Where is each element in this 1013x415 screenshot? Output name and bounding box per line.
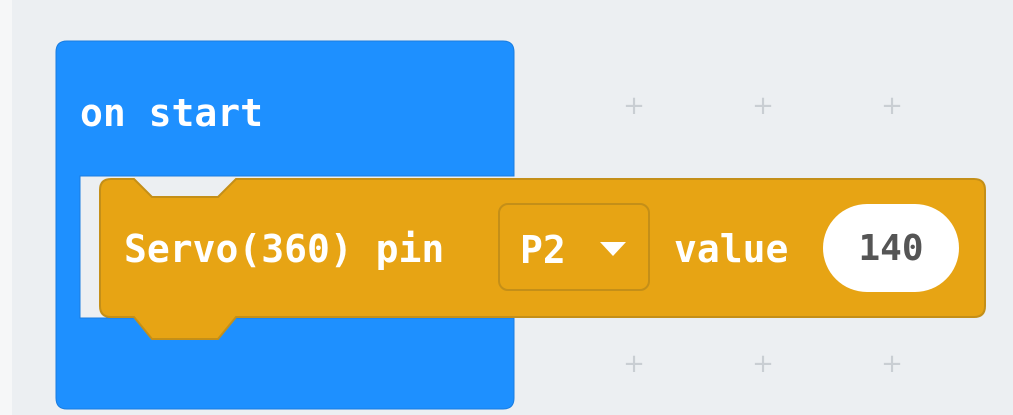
servo-pin-label: Servo(360) pin	[124, 227, 445, 271]
chevron-down-icon	[600, 242, 626, 256]
pin-dropdown-value: P2	[520, 228, 566, 272]
value-number-input[interactable]: 140	[823, 204, 959, 292]
value-label: value	[674, 227, 789, 271]
blocks-workspace[interactable]: + + + + + + on start Servo(360) pin P2 v…	[0, 0, 1013, 415]
pin-dropdown[interactable]: P2	[498, 203, 650, 291]
on-start-label: on start	[80, 91, 264, 135]
